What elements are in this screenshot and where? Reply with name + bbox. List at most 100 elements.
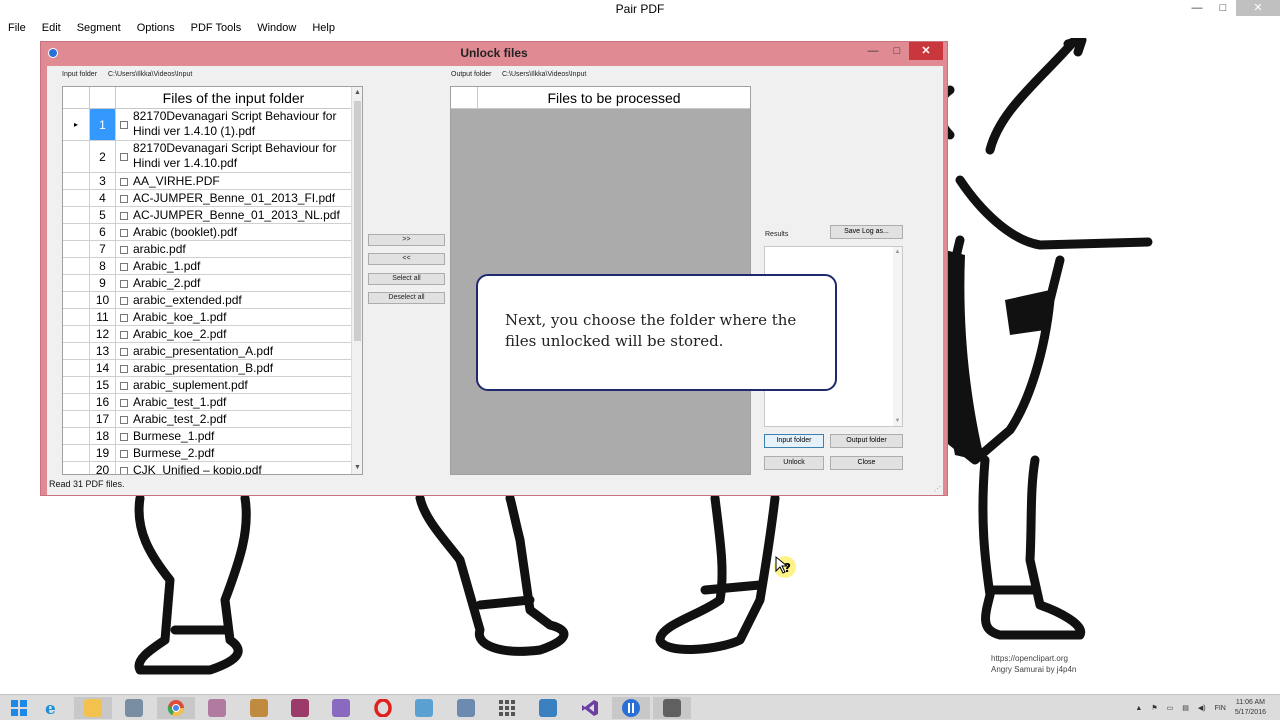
file-row[interactable]: 18 Burmese_1.pdf [63,428,351,445]
file-checkbox[interactable] [120,212,128,220]
file-name[interactable]: Arabic_koe_2.pdf [133,326,351,342]
network-icon[interactable]: ▤ [1182,704,1189,712]
resize-grip[interactable]: ⋰ [934,485,941,493]
file-number[interactable]: 4 [90,190,116,206]
row-header[interactable] [63,343,90,359]
file-row[interactable]: 20 CJK_Unified – kopio.pdf [63,462,351,474]
file-checkbox[interactable] [120,450,128,458]
row-header[interactable] [63,141,90,172]
file-checkbox[interactable] [120,399,128,407]
row-header[interactable] [63,190,90,206]
file-name[interactable]: Arabic_koe_1.pdf [133,309,351,325]
move-right-button[interactable]: >> [368,234,445,246]
row-header[interactable] [63,207,90,223]
display-icon[interactable]: ▭ [1167,704,1174,712]
file-number[interactable]: 19 [90,445,116,461]
file-checkbox[interactable] [120,467,128,474]
file-row[interactable]: 15 arabic_suplement.pdf [63,377,351,394]
file-checkbox[interactable] [120,348,128,356]
opera-icon[interactable] [364,697,402,719]
row-header[interactable] [63,377,90,393]
file-checkbox[interactable] [120,178,128,186]
file-checkbox[interactable] [120,280,128,288]
file-number[interactable]: 7 [90,241,116,257]
file-number[interactable]: 5 [90,207,116,223]
minimize-button[interactable]: — [1184,0,1210,16]
row-header[interactable] [63,309,90,325]
file-row[interactable]: 16 Arabic_test_1.pdf [63,394,351,411]
file-row[interactable]: 3 AA_VIRHE.PDF [63,173,351,190]
row-header[interactable] [63,275,90,291]
file-row[interactable]: 13 arabic_presentation_A.pdf [63,343,351,360]
row-header[interactable] [63,360,90,376]
notes-icon[interactable] [405,697,443,719]
menu-segment[interactable]: Segment [69,18,129,38]
file-name[interactable]: Arabic_test_1.pdf [133,394,351,410]
deselect-all-button[interactable]: Deselect all [368,292,445,304]
file-checkbox[interactable] [120,153,128,161]
close-button[interactable]: ✕ [1236,0,1280,16]
file-number[interactable]: 17 [90,411,116,427]
file-checkbox[interactable] [120,331,128,339]
file-number[interactable]: 2 [90,141,116,172]
dialog-maximize-button[interactable]: □ [885,42,909,60]
file-number[interactable]: 20 [90,462,116,474]
file-name[interactable]: Arabic_1.pdf [133,258,351,274]
file-name[interactable]: AA_VIRHE.PDF [133,173,351,189]
dialog-close-button[interactable]: ✕ [909,42,943,60]
file-checkbox[interactable] [120,382,128,390]
file-name[interactable]: arabic.pdf [133,241,351,257]
file-name[interactable]: AC-JUMPER_Benne_01_2013_NL.pdf [133,207,351,223]
menu-help[interactable]: Help [304,18,343,38]
apps-grid-icon[interactable] [488,697,526,719]
output-folder-button[interactable]: Output folder [830,434,903,448]
visual-studio-icon[interactable] [571,697,609,719]
row-header[interactable] [63,445,90,461]
row-header[interactable] [63,411,90,427]
maximize-button[interactable]: □ [1210,0,1236,16]
file-checkbox[interactable] [120,195,128,203]
notepad-icon[interactable] [198,697,236,719]
file-number[interactable]: 18 [90,428,116,444]
file-row[interactable]: 9 Arabic_2.pdf [63,275,351,292]
file-checkbox[interactable] [120,297,128,305]
row-header[interactable] [63,428,90,444]
row-header[interactable] [63,224,90,240]
input-grid-scrollbar[interactable]: ▲ ▼ [351,87,362,474]
file-row[interactable]: 6 Arabic (booklet).pdf [63,224,351,241]
file-name[interactable]: arabic_suplement.pdf [133,377,351,393]
file-number[interactable]: 3 [90,173,116,189]
tray-arrow-icon[interactable]: ▲ [1135,705,1142,712]
file-number[interactable]: 10 [90,292,116,308]
input-folder-button[interactable]: Input folder [764,434,824,448]
chrome-icon[interactable] [157,697,195,719]
move-left-button[interactable]: << [368,253,445,265]
scroll-down-arrow[interactable]: ▼ [352,462,362,474]
row-header[interactable] [63,394,90,410]
file-name[interactable]: Arabic_2.pdf [133,275,351,291]
file-row[interactable]: 12 Arabic_koe_2.pdf [63,326,351,343]
file-number[interactable]: 13 [90,343,116,359]
file-row[interactable]: ▸ 1 82170Devanagari Script Behaviour for H… [63,109,351,141]
file-name[interactable]: Arabic (booklet).pdf [133,224,351,240]
file-checkbox[interactable] [120,416,128,424]
file-row[interactable]: 2 82170Devanagari Script Behaviour for Hi… [63,141,351,173]
file-name[interactable]: AC-JUMPER_Benne_01_2013_FI.pdf [133,190,351,206]
file-explorer-icon[interactable] [74,697,112,719]
file-number[interactable]: 15 [90,377,116,393]
dialog-minimize-button[interactable]: — [861,42,885,60]
file-checkbox[interactable] [120,433,128,441]
paint-icon[interactable] [322,697,360,719]
menu-file[interactable]: File [0,18,34,38]
media-icon[interactable] [281,697,319,719]
remote-desktop-icon[interactable] [529,697,567,719]
flag-icon[interactable]: ⚑ [1151,704,1157,712]
file-checkbox[interactable] [120,121,128,129]
internet-explorer-icon[interactable]: e [33,697,71,719]
editor-icon[interactable] [240,697,278,719]
file-name[interactable]: 82170Devanagari Script Behaviour for Hin… [133,141,351,172]
file-row[interactable]: 14 arabic_presentation_B.pdf [63,360,351,377]
clock[interactable]: 11:06 AM 5/17/2016 [1235,698,1266,718]
row-header[interactable] [63,326,90,342]
save-log-button[interactable]: Save Log as... [830,225,903,239]
